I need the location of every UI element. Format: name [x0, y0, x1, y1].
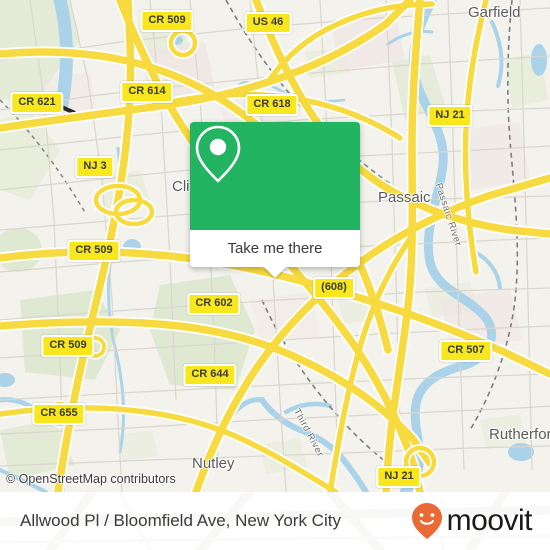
road-shield-us46[interactable]: US 46	[244, 12, 292, 34]
moovit-wordmark: moovit	[446, 504, 533, 537]
road-shield-cr621[interactable]: CR 621	[10, 92, 64, 114]
road-shield-608[interactable]: (608)	[313, 277, 355, 299]
popup-pointer	[264, 267, 286, 278]
road-shield-nj21-south[interactable]: NJ 21	[376, 466, 422, 488]
road-shield-cr644[interactable]: CR 644	[183, 364, 237, 386]
osm-attribution[interactable]: © OpenStreetMap contributors	[6, 472, 176, 486]
road-shield-cr602[interactable]: CR 602	[187, 293, 241, 315]
road-shield-cr507[interactable]: CR 507	[439, 340, 493, 362]
map-canvas[interactable]: Garfield Passaic Clif Nutley Rutherfor P…	[0, 0, 550, 492]
map-pin-icon	[195, 125, 241, 183]
road-shield-nj3[interactable]: NJ 3	[75, 156, 115, 178]
map-popup-card[interactable]: Take me there	[190, 122, 360, 278]
road-shield-nj21-north[interactable]: NJ 21	[427, 105, 473, 127]
road-shield-cr618[interactable]: CR 618	[245, 94, 299, 116]
take-me-there-button[interactable]: Take me there	[190, 230, 360, 267]
road-shield-cr655[interactable]: CR 655	[32, 403, 86, 425]
popup-header	[190, 122, 360, 230]
take-me-there-label: Take me there	[227, 240, 323, 257]
moovit-logo[interactable]: moovit	[411, 502, 533, 540]
road-shield-cr509-north[interactable]: CR 509	[140, 10, 194, 32]
footer-bar: Allwood Pl / Bloomfield Ave, New York Ci…	[0, 492, 550, 550]
location-title: Allwood Pl / Bloomfield Ave, New York Ci…	[20, 511, 341, 530]
road-shield-cr509-mid[interactable]: CR 509	[67, 240, 121, 262]
moovit-smiley-pin-icon	[411, 503, 442, 539]
road-shield-cr509-south[interactable]: CR 509	[41, 335, 95, 357]
road-shield-cr614[interactable]: CR 614	[120, 81, 174, 103]
screenshot-root: Garfield Passaic Clif Nutley Rutherfor P…	[0, 0, 550, 550]
